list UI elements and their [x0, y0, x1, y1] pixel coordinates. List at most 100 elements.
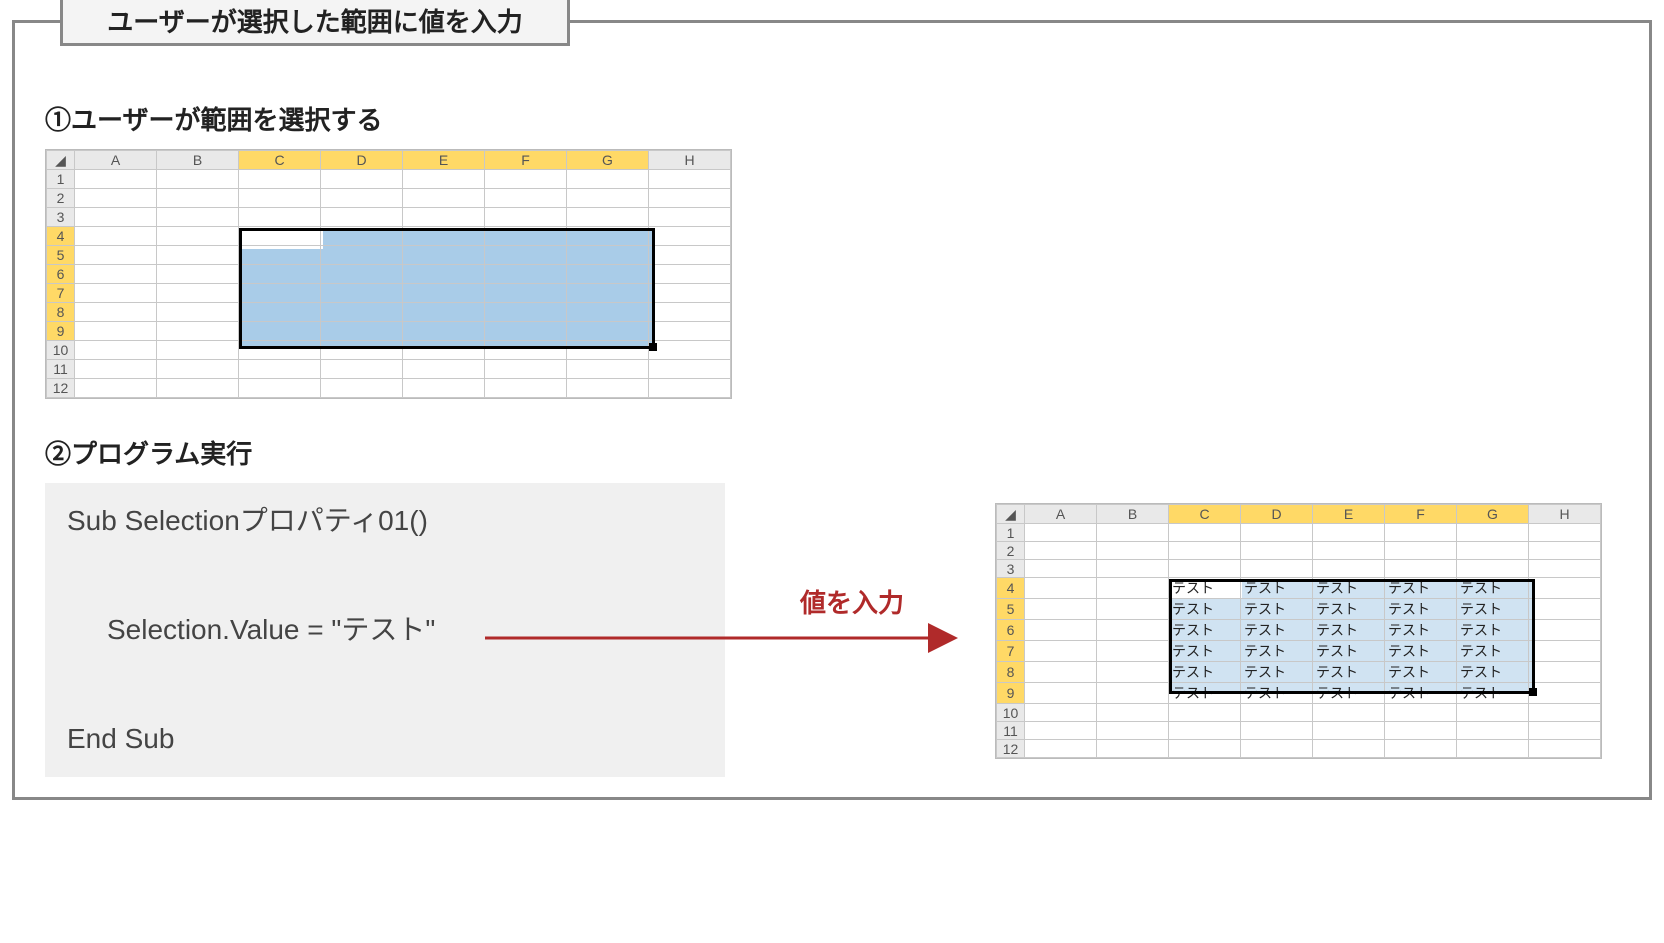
cell-D2[interactable]: [1241, 542, 1313, 560]
row-header-11[interactable]: 11: [47, 360, 75, 379]
row-header-12[interactable]: 12: [997, 740, 1025, 758]
cell-F7[interactable]: [485, 284, 567, 303]
cell-D1[interactable]: [321, 170, 403, 189]
cell-B1[interactable]: [1097, 524, 1169, 542]
row-header-6[interactable]: 6: [47, 265, 75, 284]
cell-G5[interactable]: [567, 246, 649, 265]
cell-F2[interactable]: [485, 189, 567, 208]
cell-B8[interactable]: [1097, 662, 1169, 683]
cell-G3[interactable]: [567, 208, 649, 227]
cell-G6[interactable]: [567, 265, 649, 284]
cell-F5[interactable]: テスト: [1385, 599, 1457, 620]
cell-F12[interactable]: [1385, 740, 1457, 758]
cell-F11[interactable]: [485, 360, 567, 379]
cell-A8[interactable]: [1025, 662, 1097, 683]
cell-H12[interactable]: [1529, 740, 1601, 758]
cell-G7[interactable]: [567, 284, 649, 303]
cell-A11[interactable]: [1025, 722, 1097, 740]
cell-C2[interactable]: [239, 189, 321, 208]
cell-G4[interactable]: [567, 227, 649, 246]
cell-G12[interactable]: [1457, 740, 1529, 758]
row-header-12[interactable]: 12: [47, 379, 75, 398]
cell-H11[interactable]: [649, 360, 731, 379]
cell-D8[interactable]: [321, 303, 403, 322]
row-header-3[interactable]: 3: [997, 560, 1025, 578]
col-header-H[interactable]: H: [1529, 505, 1601, 524]
cell-H10[interactable]: [1529, 704, 1601, 722]
cell-E1[interactable]: [1313, 524, 1385, 542]
row-header-9[interactable]: 9: [47, 322, 75, 341]
col-header-G[interactable]: G: [567, 151, 649, 170]
cell-E9[interactable]: [403, 322, 485, 341]
cell-B4[interactable]: [157, 227, 239, 246]
cell-B2[interactable]: [157, 189, 239, 208]
cell-B4[interactable]: [1097, 578, 1169, 599]
cell-A8[interactable]: [75, 303, 157, 322]
cell-A2[interactable]: [1025, 542, 1097, 560]
cell-H8[interactable]: [1529, 662, 1601, 683]
cell-E5[interactable]: [403, 246, 485, 265]
cell-F8[interactable]: [485, 303, 567, 322]
cell-H9[interactable]: [1529, 683, 1601, 704]
cell-E3[interactable]: [1313, 560, 1385, 578]
cell-B12[interactable]: [1097, 740, 1169, 758]
cell-C10[interactable]: [1169, 704, 1241, 722]
cell-E8[interactable]: [403, 303, 485, 322]
cell-B9[interactable]: [1097, 683, 1169, 704]
cell-C11[interactable]: [239, 360, 321, 379]
row-header-2[interactable]: 2: [997, 542, 1025, 560]
cell-F11[interactable]: [1385, 722, 1457, 740]
cell-A12[interactable]: [75, 379, 157, 398]
cell-E10[interactable]: [1313, 704, 1385, 722]
cell-C5[interactable]: テスト: [1169, 599, 1241, 620]
cell-F3[interactable]: [485, 208, 567, 227]
cell-F9[interactable]: [485, 322, 567, 341]
col-header-D[interactable]: D: [321, 151, 403, 170]
col-header-C[interactable]: C: [1169, 505, 1241, 524]
cell-D3[interactable]: [1241, 560, 1313, 578]
cell-C9[interactable]: [239, 322, 321, 341]
cell-H10[interactable]: [649, 341, 731, 360]
cell-G12[interactable]: [567, 379, 649, 398]
col-header-A[interactable]: A: [75, 151, 157, 170]
cell-F9[interactable]: テスト: [1385, 683, 1457, 704]
cell-B7[interactable]: [1097, 641, 1169, 662]
cell-E2[interactable]: [1313, 542, 1385, 560]
cell-A1[interactable]: [1025, 524, 1097, 542]
cell-A11[interactable]: [75, 360, 157, 379]
cell-A5[interactable]: [1025, 599, 1097, 620]
cell-F6[interactable]: テスト: [1385, 620, 1457, 641]
cell-A3[interactable]: [75, 208, 157, 227]
cell-B6[interactable]: [157, 265, 239, 284]
row-header-1[interactable]: 1: [997, 524, 1025, 542]
cell-C6[interactable]: [239, 265, 321, 284]
cell-G10[interactable]: [567, 341, 649, 360]
cell-E7[interactable]: テスト: [1313, 641, 1385, 662]
cell-D4[interactable]: [321, 227, 403, 246]
cell-E11[interactable]: [1313, 722, 1385, 740]
cell-G9[interactable]: [567, 322, 649, 341]
cell-A7[interactable]: [1025, 641, 1097, 662]
cell-B8[interactable]: [157, 303, 239, 322]
cell-F10[interactable]: [485, 341, 567, 360]
row-header-7[interactable]: 7: [997, 641, 1025, 662]
cell-H2[interactable]: [649, 189, 731, 208]
cell-G6[interactable]: テスト: [1457, 620, 1529, 641]
cell-D8[interactable]: テスト: [1241, 662, 1313, 683]
cell-D2[interactable]: [321, 189, 403, 208]
cell-E5[interactable]: テスト: [1313, 599, 1385, 620]
cell-F4[interactable]: [485, 227, 567, 246]
cell-A7[interactable]: [75, 284, 157, 303]
cell-A10[interactable]: [1025, 704, 1097, 722]
cell-H6[interactable]: [1529, 620, 1601, 641]
cell-B3[interactable]: [1097, 560, 1169, 578]
cell-H5[interactable]: [649, 246, 731, 265]
cell-H11[interactable]: [1529, 722, 1601, 740]
cell-C10[interactable]: [239, 341, 321, 360]
cell-D12[interactable]: [321, 379, 403, 398]
cell-B1[interactable]: [157, 170, 239, 189]
col-header-B[interactable]: B: [157, 151, 239, 170]
cell-F10[interactable]: [1385, 704, 1457, 722]
cell-A4[interactable]: [75, 227, 157, 246]
cell-G9[interactable]: テスト: [1457, 683, 1529, 704]
